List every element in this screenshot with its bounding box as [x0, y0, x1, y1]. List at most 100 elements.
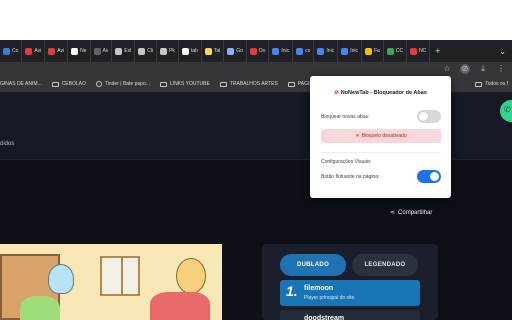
popup-title: ⊘ NoNewTab - Bloqueador de Abas	[334, 90, 427, 96]
divider	[321, 152, 441, 153]
toggle-knob	[419, 112, 428, 121]
star-icon[interactable]: ☆	[442, 64, 452, 74]
tab-label: Avi	[34, 48, 42, 54]
new-tab-button[interactable]: +	[430, 46, 445, 56]
tab-label: Inic	[350, 48, 358, 54]
bookmark-item[interactable]: GINAS DE ANIM...	[0, 81, 42, 87]
tab-label: Do	[258, 48, 266, 54]
scene-character	[48, 264, 74, 294]
folder-icon	[287, 81, 295, 87]
browser-tab[interactable]: tab	[179, 40, 202, 62]
server-number: 1.	[286, 283, 298, 299]
globe-icon	[95, 81, 102, 87]
share-icon: ⋖	[390, 210, 396, 216]
status-banner: ✕ Bloqueio desativado	[321, 129, 441, 143]
tab-label: co	[305, 48, 311, 54]
browser-tab[interactable]: CC	[384, 40, 408, 62]
server-name: filemoon	[304, 285, 334, 292]
floating-button-toggle[interactable]	[417, 170, 441, 183]
browser-tab[interactable]: NC	[407, 40, 431, 62]
bookmark-item[interactable]: CEBOLAO	[51, 81, 86, 87]
tab-label: Av	[102, 48, 109, 54]
browser-tab[interactable]: Tal	[202, 40, 225, 62]
browser-tab[interactable]: Go	[224, 40, 247, 62]
block-tabs-toggle[interactable]	[417, 110, 441, 123]
tab-favicon-icon	[341, 47, 349, 55]
browser-tab[interactable]: Inic	[269, 40, 294, 62]
tab-favicon-icon	[138, 47, 146, 55]
browser-tab[interactable]: Exl	[112, 40, 136, 62]
folder-icon	[475, 81, 483, 87]
tab-favicon-icon	[249, 47, 257, 55]
tab-favicon-icon	[93, 47, 101, 55]
browser-top-area	[0, 0, 512, 40]
browser-tab[interactable]: Av	[91, 40, 113, 62]
block-tabs-label: Bloquear novas abas:	[321, 114, 370, 120]
bookmark-label: TRABALHOS ARTES	[229, 81, 278, 87]
nonewtab-extension-icon[interactable]: ⊘	[460, 64, 470, 74]
browser-tab[interactable]: co	[293, 40, 315, 62]
tab-label: Co	[12, 48, 19, 54]
tab-label: NC	[419, 48, 427, 54]
toggle-knob	[430, 172, 439, 181]
browser-tab[interactable]: Pk	[157, 40, 179, 62]
extension-popup: ⊘ NoNewTab - Bloqueador de Abas Bloquear …	[310, 76, 451, 198]
bookmark-item[interactable]: LINKS YOUTUBE	[159, 81, 210, 87]
tab-favicon-icon	[71, 47, 79, 55]
nav-link-partial[interactable]: didos	[0, 141, 14, 147]
visual-settings-heading: Configurações Visuais	[321, 159, 371, 165]
folder-icon	[219, 81, 227, 87]
video-player-thumbnail[interactable]	[0, 244, 222, 320]
floating-whatsapp-button[interactable]: ✆	[500, 100, 512, 122]
bookmark-label: CEBOLAO	[61, 81, 86, 87]
bookmark-item[interactable]: TRABALHOS ARTES	[219, 81, 278, 87]
tab-favicon-icon	[115, 47, 123, 55]
tab-favicon-icon	[227, 47, 235, 55]
tab-favicon-icon	[25, 47, 33, 55]
folder-icon	[159, 81, 167, 87]
scene-character	[176, 258, 206, 294]
bookmark-label: LINKS YOUTUBE	[169, 81, 210, 87]
scene-character	[20, 296, 60, 320]
browser-tab[interactable]: Cli	[135, 40, 158, 62]
server-description: Player principal do site.	[304, 295, 356, 301]
window-titlebar	[0, 0, 512, 40]
x-icon: ✕	[355, 133, 360, 139]
bookmark-label: Tinder | Bate papo...	[104, 81, 150, 87]
bookmark-item[interactable]: Tinder | Bate papo...	[95, 81, 150, 87]
server-item[interactable]: doodstream	[280, 310, 420, 320]
browser-tab[interactable]: Inic	[338, 40, 362, 62]
tab-favicon-icon	[364, 47, 372, 55]
browser-tab[interactable]: Fa	[362, 40, 384, 62]
block-tabs-row: Bloquear novas abas:	[321, 110, 441, 123]
tab-favicon-icon	[204, 47, 212, 55]
browser-tab[interactable]: Co	[0, 40, 23, 62]
tab-label: Fa	[373, 48, 380, 54]
tab-label: Inic	[326, 48, 335, 54]
tab-label: CC	[395, 48, 404, 54]
browser-toolbar: ☆ ⊘ ⤓ ⋮	[0, 62, 512, 76]
browser-tab[interactable]: Ne	[68, 40, 91, 62]
browser-tab[interactable]: Inic	[314, 40, 339, 62]
scene-window	[100, 256, 140, 296]
server-item[interactable]: 1. filemoon Player principal do site.	[280, 280, 420, 306]
menu-icon[interactable]: ⋮	[496, 64, 506, 74]
tab-search-button[interactable]: ⌄	[493, 47, 512, 56]
tab-favicon-icon	[272, 47, 280, 55]
dubbed-button[interactable]: DUBLADO	[280, 254, 346, 276]
tab-label: Exl	[124, 48, 132, 54]
share-button[interactable]: ⋖ Compartilhar	[390, 209, 432, 217]
browser-tab[interactable]: Avi	[22, 40, 46, 62]
tab-label: Pk	[169, 48, 175, 54]
browser-tab[interactable]: Do	[247, 40, 270, 62]
subtitled-button[interactable]: LEGENDADO	[352, 254, 418, 276]
download-icon[interactable]: ⤓	[478, 64, 488, 74]
tab-favicon-icon	[3, 47, 10, 55]
chat-icon: ✆	[504, 105, 511, 114]
tab-label: Ne	[80, 48, 87, 54]
tab-favicon-icon	[160, 47, 168, 55]
browser-tab[interactable]: Avi	[45, 40, 69, 62]
tab-label: Tal	[213, 48, 221, 54]
all-bookmarks[interactable]: Todos os f	[475, 76, 508, 92]
tab-label: Avi	[57, 48, 65, 54]
